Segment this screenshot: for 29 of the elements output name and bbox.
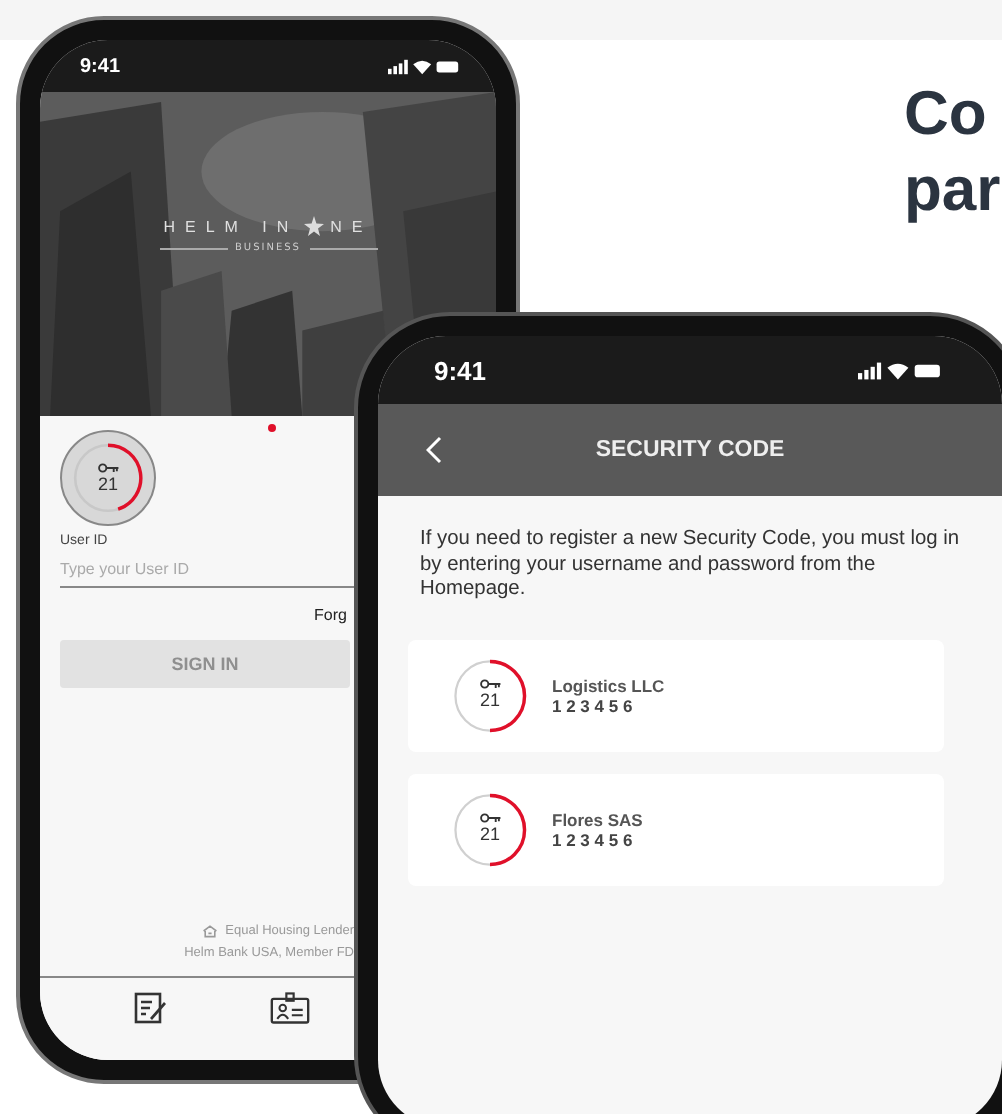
info-message: If you need to register a new Security Code, you must log in by entering your username and password from the Homepage. [418, 528, 962, 603]
account-name: Logistics LLC [552, 675, 665, 695]
security-code: 1 2 3 4 5 6 [552, 695, 635, 715]
timer-count: 21 [479, 690, 500, 712]
key-icon [97, 461, 119, 473]
status-time: 9:41 [434, 355, 487, 385]
security-code: 1 2 3 4 5 6 [552, 829, 635, 849]
account-card[interactable]: 21 Flores SAS 1 2 3 4 5 6 [408, 773, 944, 885]
status-time: 9:41 [80, 55, 121, 77]
id-card-icon[interactable] [270, 990, 310, 1026]
status-icons [388, 57, 460, 75]
account-card[interactable]: 21 Logistics LLC 1 2 3 4 5 6 [408, 639, 944, 751]
star-icon [304, 216, 325, 236]
timer-count: 21 [479, 824, 500, 846]
key-icon [479, 812, 501, 824]
screen-title: SECURITY CODE [595, 438, 785, 462]
heading-line: Co [904, 76, 989, 152]
heading-line: par [904, 152, 1001, 228]
brand-name: NE [330, 217, 373, 235]
key-icon [479, 678, 501, 690]
account-name: Flores SAS [552, 809, 643, 829]
brand-name: HELM IN [163, 217, 299, 235]
token-button[interactable]: 21 [60, 430, 156, 526]
timer-count: 21 [97, 473, 118, 495]
edit-note-icon[interactable] [130, 990, 170, 1026]
forgot-link[interactable]: Forg [314, 606, 347, 624]
house-icon [201, 924, 218, 938]
status-icons [858, 359, 942, 381]
back-icon[interactable] [426, 436, 442, 464]
